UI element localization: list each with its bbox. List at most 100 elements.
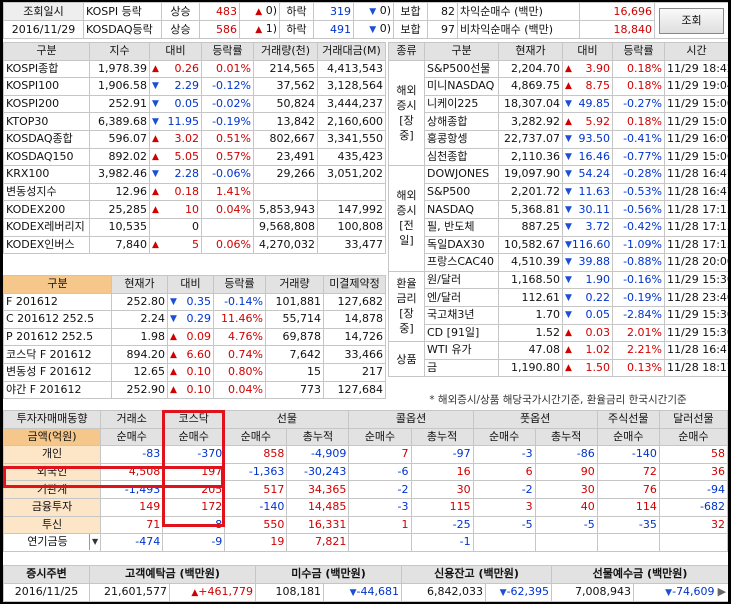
change-value: 0.10 bbox=[186, 382, 212, 396]
overseas-price: 112.61 bbox=[498, 288, 563, 307]
overseas-row[interactable]: 홍콩항셍 22,737.07 ▼ 93.50 -0.41% 11/29 16:09 bbox=[389, 129, 728, 149]
index-amount: 3,128,564 bbox=[317, 77, 386, 96]
index-row[interactable]: KOSDAQ150 892.02 ▲ 5.05 0.57% 23,491 435,423 bbox=[3, 147, 386, 167]
index-row[interactable]: KRX100 3,982.46 ▼ 2.28 -0.06% 29,266 3,051,202 bbox=[3, 165, 386, 184]
up-count: 586 bbox=[199, 20, 240, 39]
investor-value: -35 bbox=[596, 515, 660, 535]
investor-name: 금융투자 bbox=[3, 497, 102, 517]
index-row[interactable]: KODEX레버리지 10,535 0 9,568,808 100,808 bbox=[3, 217, 386, 237]
index-row[interactable]: KTOP30 6,389.68 ▼ 11.95 -0.19% 13,842 2,160,60… bbox=[3, 112, 386, 131]
overseas-name: S&P500 bbox=[424, 182, 499, 202]
investor-sub-header: 총누적 bbox=[534, 427, 598, 447]
dropdown-arrow-icon[interactable]: ▼ bbox=[88, 534, 98, 551]
investor-value: 114 bbox=[596, 497, 660, 517]
futures-price: 252.90 bbox=[111, 380, 168, 400]
overseas-row[interactable]: 금 1,190.80 ▲ 1.50 0.13% 11/28 18:17 bbox=[389, 358, 728, 378]
futures-open-interest: 217 bbox=[323, 362, 386, 382]
overseas-price: 887.25 bbox=[498, 217, 563, 237]
up-label: 상승 bbox=[161, 20, 200, 39]
index-row[interactable]: KOSDAQ종합 596.07 ▲ 3.02 0.51% 802,667 3,341,550 bbox=[3, 129, 386, 149]
futures-row[interactable]: 코스닥 F 201612 894.20 ▲ 6.60 0.74% 7,642 33,466 bbox=[3, 345, 386, 364]
investor-value: 40 bbox=[534, 497, 598, 517]
kosdaq-column-highlight bbox=[162, 410, 225, 527]
overseas-name: 독일DAX30 bbox=[424, 235, 499, 255]
investor-value: 71 bbox=[100, 515, 164, 535]
futures-row[interactable]: C 201612 252.5 2.24 ▼ 0.29 11.46% 55,714 14,87… bbox=[3, 310, 386, 329]
futures-row[interactable]: 야간 F 201612 252.90 ▲ 0.10 0.04% 773 127,684 bbox=[3, 380, 386, 400]
futures-row[interactable]: F 201612 252.80 ▼ 0.35 -0.14% 101,881 127,682 bbox=[3, 292, 386, 312]
overseas-row[interactable]: 상해종합 3,282.92 ▲ 5.92 0.18% 11/29 15:01 bbox=[389, 112, 728, 131]
overseas-rate: 2.01% bbox=[612, 323, 665, 343]
overseas-row[interactable]: 해외증시[장중] S&P500선물 2,204.70 ▲ 3.90 0.18% 11/29 … bbox=[388, 59, 728, 167]
overseas-price: 22,737.07 bbox=[498, 129, 563, 149]
up-label: 상승 bbox=[161, 2, 200, 21]
index-header: 구분 bbox=[3, 42, 90, 61]
change-cell: ▼ 39.88 bbox=[562, 253, 613, 272]
funds-header: 선물예수금 (백만원) bbox=[551, 565, 728, 584]
overseas-group-label: 상품 bbox=[388, 341, 425, 378]
futures-volume: 55,714 bbox=[265, 310, 324, 329]
futures-row[interactable]: 변동성 F 201612 12.65 ▲ 0.10 0.80% 15 217 bbox=[3, 362, 386, 382]
overseas-row[interactable]: 해외증시[전일] DOWJONES 19,097.90 ▼ 54.24 -0.28% 11/… bbox=[388, 165, 728, 272]
futures-price: 252.80 bbox=[111, 292, 168, 312]
arrow-down-icon: ▼ bbox=[565, 99, 572, 110]
scroll-arrow-icon[interactable]: ▶ bbox=[718, 585, 726, 598]
arrow-down-icon: ▼ bbox=[170, 314, 177, 325]
overseas-time: 11/29 15:06 bbox=[664, 147, 728, 167]
arrow-up-icon: ▲ bbox=[255, 25, 263, 35]
query-button[interactable]: 조회 bbox=[659, 7, 724, 34]
index-name: KOSDAQ150 bbox=[3, 147, 90, 167]
change-cell: ▼ 0.29 bbox=[167, 310, 214, 329]
overseas-row[interactable]: 필, 반도체 887.25 ▼ 3.72 -0.42% 11/28 17:15 bbox=[389, 217, 728, 237]
investor-value bbox=[472, 533, 536, 552]
investor-row[interactable]: 금융투자 149 172 -140 14,485 -3 115 3 40 114 -682 bbox=[3, 497, 728, 517]
overseas-row[interactable]: 엔/달러 112.61 ▼ 0.22 -0.19% 11/28 23:40 bbox=[389, 288, 728, 307]
index-row[interactable]: KOSPI종합 1,978.39 ▲ 0.26 0.01% 214,565 4,413,54… bbox=[3, 59, 386, 79]
investor-value: -5 bbox=[472, 515, 536, 535]
investor-group-header: 풋옵션 bbox=[472, 410, 598, 429]
overseas-row[interactable]: CD [91일] 1.52 ▲ 0.03 2.01% 11/29 15:30 bbox=[389, 323, 728, 343]
change-cell: ▲ 0.26 bbox=[149, 59, 202, 79]
overseas-price: 47.08 bbox=[498, 341, 563, 360]
index-rate: 0.57% bbox=[201, 147, 254, 167]
index-row[interactable]: KODEX인버스 7,840 ▲ 5 0.06% 4,270,032 33,477 bbox=[3, 235, 386, 255]
overseas-row[interactable]: 국고채3년 1.70 ▼ 0.05 -2.84% 11/29 15:30 bbox=[389, 305, 728, 325]
overseas-price: 2,110.36 bbox=[498, 147, 563, 167]
index-row[interactable]: KODEX200 25,285 ▲ 10 0.04% 5,853,943 147,992 bbox=[3, 200, 386, 219]
investor-value: 858 bbox=[224, 445, 288, 464]
change-cell: ▲ 8.75 bbox=[562, 77, 613, 96]
investor-row[interactable]: 개인 -83 -370 858 -4,909 7 -97 -3 -86 -140 58 bbox=[3, 445, 728, 464]
investor-row[interactable]: 투신 71 -8 550 16,331 1 -25 -5 -5 -35 32 bbox=[3, 515, 728, 535]
change-value: 30.11 bbox=[578, 202, 611, 216]
change-cell: ▲ 3.90 bbox=[562, 59, 613, 79]
index-row[interactable]: KOSPI100 1,906.58 ▼ 2.29 -0.12% 37,562 3,128,5… bbox=[3, 77, 386, 96]
change-value: 3.02 bbox=[174, 132, 200, 146]
arrow-up-icon: ▲ bbox=[170, 332, 177, 343]
overseas-row[interactable]: 상품 WTI 유가 47.08 ▲ 1.02 2.21% 11/28 16:47 bbox=[388, 341, 728, 378]
investor-row[interactable]: 연기금등 ▼ -474 -9 19 7,821 -1 bbox=[3, 533, 728, 552]
index-volume: 23,491 bbox=[253, 147, 318, 167]
overseas-row[interactable]: 니케이225 18,307.04 ▼ 49.85 -0.27% 11/29 15:00 bbox=[389, 94, 728, 114]
overseas-row[interactable]: 미니NASDAQ 4,869.75 ▲ 8.75 0.18% 11/29 19:04 bbox=[389, 77, 728, 96]
overseas-row[interactable]: 환율금리[장중] 원/달러 1,168.50 ▼ 1.90 -0.16% 11/29 15:… bbox=[388, 270, 728, 343]
overseas-row[interactable]: 심천종합 2,110.36 ▼ 16.46 -0.77% 11/29 15:06 bbox=[389, 147, 728, 167]
index-volume: 13,842 bbox=[253, 112, 318, 131]
overseas-row[interactable]: 프랑스CAC40 4,510.39 ▼ 39.88 -0.88% 11/28 20:00 bbox=[389, 253, 728, 272]
index-row[interactable]: 변동성지수 12.96 ▲ 0.18 1.41% bbox=[3, 182, 386, 202]
change-cell: ▼ 0.22 bbox=[562, 288, 613, 307]
arrow-up-icon: ▲ bbox=[152, 239, 159, 250]
index-amount: 3,341,550 bbox=[317, 129, 386, 149]
market-funds-table: 증시주변 고객예탁금 (백만원) 미수금 (백만원) 신용잔고 (백만원) 선물… bbox=[3, 565, 728, 602]
futures-rate: 0.74% bbox=[213, 345, 266, 364]
index-row[interactable]: KOSPI200 252.91 ▼ 0.05 -0.02% 50,824 3,444,237 bbox=[3, 94, 386, 114]
down-limit: ▼ 0) bbox=[353, 20, 394, 39]
overseas-row[interactable]: S&P500 2,201.72 ▼ 11.63 -0.53% 11/28 16:47 bbox=[389, 182, 728, 202]
overseas-time: 11/28 16:47 bbox=[664, 165, 728, 184]
investor-sub-header: 순매수 bbox=[348, 427, 412, 447]
overseas-name: 금 bbox=[424, 358, 499, 378]
futures-row[interactable]: P 201612 252.5 1.98 ▲ 0.09 4.76% 69,878 14,726 bbox=[3, 327, 386, 347]
overseas-row[interactable]: 독일DAX30 10,582.67 ▼ 116.60 -1.09% 11/28 17:15 bbox=[389, 235, 728, 255]
overseas-header: 대비 bbox=[562, 42, 613, 61]
flat-label: 보합 bbox=[393, 20, 428, 39]
overseas-row[interactable]: NASDAQ 5,368.81 ▼ 30.11 -0.56% 11/28 17:15 bbox=[389, 200, 728, 219]
